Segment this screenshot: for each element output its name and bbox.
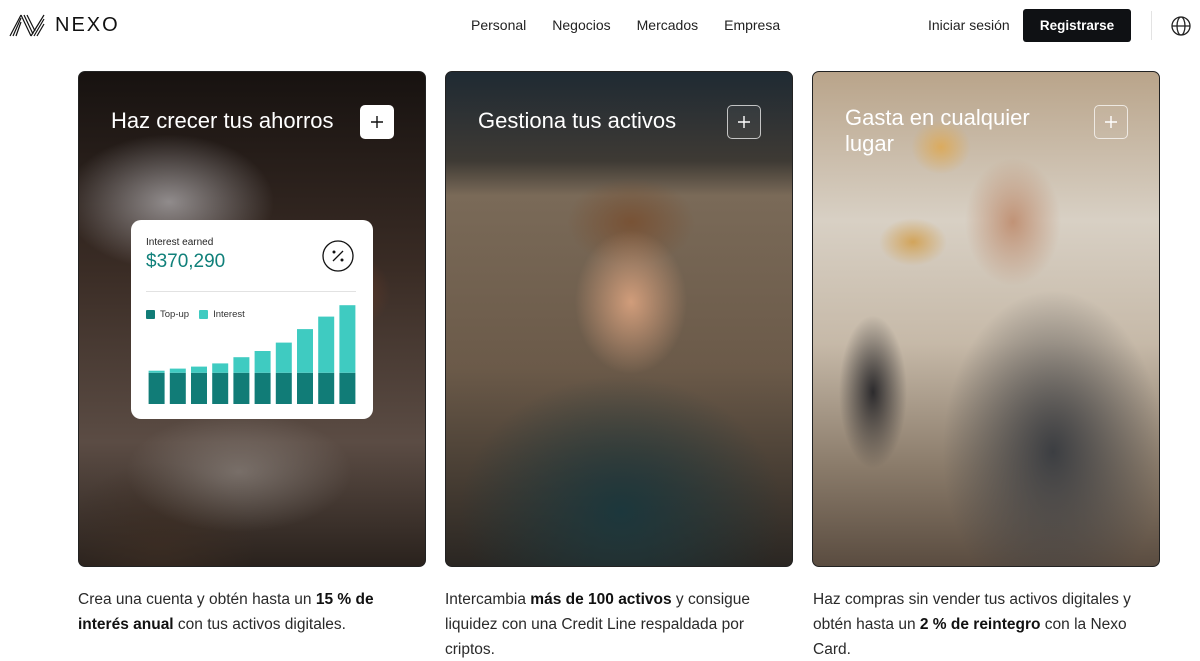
desc-highlight: más de 100 activos <box>530 591 672 608</box>
main-nav: Personal Negocios Mercados Empresa <box>471 17 780 33</box>
interest-value: $370,290 <box>146 251 226 272</box>
card-description-assets: Intercambia más de 100 activos y consigu… <box>445 587 795 661</box>
interest-widget: Interest earned $370,290 Top-up Interest <box>131 220 373 419</box>
card-savings[interactable]: Haz crecer tus ahorros Interest earned $… <box>78 71 426 567</box>
card-spend[interactable]: Gasta en cualquier lugar <box>812 71 1160 567</box>
nexo-logo-icon <box>9 14 45 37</box>
expand-button[interactable] <box>1094 105 1128 139</box>
bar-topup-5 <box>233 372 250 404</box>
nexo-logo[interactable]: NEXO <box>9 14 120 37</box>
bar-interest-7 <box>275 342 292 373</box>
plus-icon <box>738 116 750 128</box>
bar-topup-1 <box>148 372 165 404</box>
desc-text: con tus activos digitales. <box>173 616 346 633</box>
card-description-savings: Crea una cuenta y obtén hasta un 15 % de… <box>78 587 428 637</box>
bar-interest-5 <box>233 357 250 373</box>
nav-item-personal[interactable]: Personal <box>471 17 526 33</box>
expand-button[interactable] <box>727 105 761 139</box>
nav-item-negocios[interactable]: Negocios <box>552 17 610 33</box>
percent-icon <box>322 240 354 272</box>
desc-highlight: 2 % de reintegro <box>919 616 1041 633</box>
bar-interest-10 <box>339 305 356 373</box>
brand-name: NEXO <box>55 14 120 36</box>
nav-item-empresa[interactable]: Empresa <box>724 17 780 33</box>
desc-text: Intercambia <box>445 591 531 608</box>
widget-divider <box>146 291 356 292</box>
bar-interest-3 <box>191 366 207 373</box>
interest-bar-chart <box>148 305 356 404</box>
nav-item-mercados[interactable]: Mercados <box>637 17 698 33</box>
interest-label: Interest earned <box>146 237 214 248</box>
card-assets[interactable]: Gestiona tus activos <box>445 71 793 567</box>
desc-text: Crea una cuenta y obtén hasta un <box>78 591 316 608</box>
bar-topup-2 <box>169 372 186 404</box>
bar-topup-8 <box>297 372 313 404</box>
bar-topup-7 <box>275 372 292 404</box>
login-link[interactable]: Iniciar sesión <box>928 17 1010 33</box>
card-title: Gestiona tus activos <box>478 108 677 133</box>
card-title: Gasta en cualquier lugar <box>845 105 1030 156</box>
bar-interest-4 <box>212 363 229 373</box>
site-header: NEXO Personal Negocios Mercados Empresa … <box>0 0 1200 52</box>
bar-topup-3 <box>191 372 207 404</box>
expand-button[interactable] <box>360 105 394 139</box>
bar-interest-6 <box>254 351 271 373</box>
bar-interest-1 <box>148 370 165 373</box>
plus-icon <box>1105 116 1117 128</box>
bar-topup-4 <box>212 372 229 404</box>
plus-icon <box>371 116 383 128</box>
card-description-spend: Haz compras sin vender tus activos digit… <box>813 587 1163 661</box>
bar-topup-10 <box>339 372 356 404</box>
bar-topup-6 <box>254 372 271 404</box>
globe-icon[interactable] <box>1170 15 1192 37</box>
card-title: Haz crecer tus ahorros <box>111 108 334 133</box>
bar-interest-2 <box>169 368 186 373</box>
bar-interest-9 <box>318 316 335 373</box>
register-button[interactable]: Registrarse <box>1023 9 1131 42</box>
bar-interest-8 <box>297 329 313 373</box>
header-divider <box>1151 11 1152 40</box>
bar-topup-9 <box>318 372 335 404</box>
